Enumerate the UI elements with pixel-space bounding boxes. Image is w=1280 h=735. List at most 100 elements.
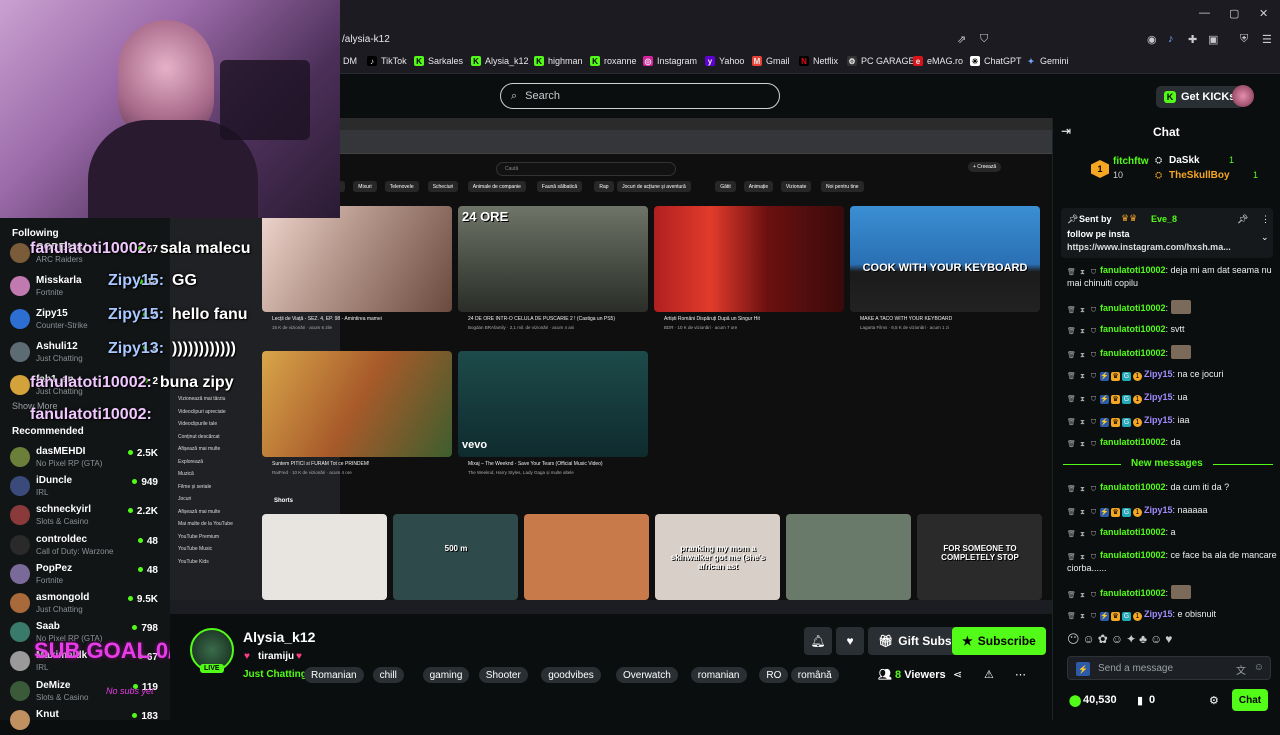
chat-message[interactable]: 🗑︎ ⧗ ⛉ fanulatoti10002: da cum iti da ? xyxy=(1067,481,1277,494)
chat-message[interactable]: 🗑︎ ⧗ ⛉ ⚡ ♛ G 1 Zipy15: ua xyxy=(1067,391,1277,404)
trash-icon[interactable]: 🗑︎ xyxy=(1067,372,1076,381)
chat-message[interactable]: 🗑︎ ⧗ ⛉ fanulatoti10002: da xyxy=(1067,436,1277,449)
gear-icon[interactable]: ⚙ xyxy=(1209,694,1219,707)
report-icon[interactable]: ⚠ xyxy=(984,668,994,681)
emote-bar[interactable]: 😶︎☺︎✿☺︎✦♣☺︎♥ xyxy=(1067,632,1175,646)
stream-tag[interactable]: Romanian xyxy=(304,667,364,683)
sidebar-recommended-item[interactable]: iDuncle IRL 949 xyxy=(8,473,164,501)
notifications-button[interactable]: 🔔︎ xyxy=(804,627,832,655)
chat-username[interactable]: fanulatoti10002 xyxy=(1100,265,1166,275)
leader-name[interactable]: DaSkk xyxy=(1169,155,1200,166)
trash-icon[interactable]: 🗑︎ xyxy=(1067,351,1076,360)
trash-icon[interactable]: 🗑︎ xyxy=(1067,553,1076,562)
chat-username[interactable]: Zipy15 xyxy=(1144,415,1173,425)
more-icon[interactable]: ⋮ xyxy=(1261,214,1270,225)
leader-name[interactable]: TheSkullBoy xyxy=(1169,170,1230,181)
chat-username[interactable]: fanulatoti10002 xyxy=(1100,527,1166,537)
trash-icon[interactable]: 🗑︎ xyxy=(1067,612,1076,621)
chat-username[interactable]: Zipy15 xyxy=(1144,505,1173,515)
chat-username[interactable]: fanulatoti10002 xyxy=(1100,437,1166,447)
stream-tag[interactable]: chill xyxy=(372,667,404,683)
chat-send-button[interactable]: Chat xyxy=(1232,689,1268,711)
chat-message[interactable]: 🗑︎ ⧗ ⛉ fanulatoti10002: xyxy=(1067,300,1277,315)
share-icon[interactable]: ⋖ xyxy=(953,668,962,681)
trash-icon[interactable]: 🗑︎ xyxy=(1067,395,1076,404)
pin-icon[interactable]: 📌︎ xyxy=(1237,214,1248,225)
share-icon[interactable]: ⇗ xyxy=(957,33,971,47)
chat-username[interactable]: Zipy15 xyxy=(1144,392,1173,402)
chat-username[interactable]: fanulatoti10002 xyxy=(1100,588,1166,598)
vpn-icon[interactable]: ⛨ xyxy=(1240,33,1254,47)
stream-category[interactable]: Just Chatting xyxy=(243,669,307,680)
bookmark-emag[interactable]: e eMAG.ro xyxy=(913,56,963,66)
bookmark-pcgarage[interactable]: ⚙ PC GARAGE xyxy=(847,56,915,66)
chat-message[interactable]: 🗑︎ ⧗ ⛉ fanulatoti10002: xyxy=(1067,585,1277,600)
close-icon[interactable]: ✕ xyxy=(1259,7,1268,20)
chat-message[interactable]: 🗑︎ ⧗ ⛉ ⚡ ♛ G 1 Zipy15: iaa xyxy=(1067,414,1277,427)
url-text[interactable]: /alysia-k12 xyxy=(342,34,390,45)
collapse-chat-icon[interactable]: ⇥ xyxy=(1061,124,1071,138)
sidebar-icon[interactable]: ▣ xyxy=(1208,33,1222,47)
chat-message[interactable]: 🗑︎ ⧗ ⛉ fanulatoti10002: deja mi am dat seam… xyxy=(1067,264,1277,290)
minimize-icon[interactable]: — xyxy=(1199,7,1210,19)
sidebar-recommended-item[interactable]: PopPez Fortnite 48 xyxy=(8,561,164,589)
timeout-icon[interactable]: ⧗ xyxy=(1078,485,1087,494)
stream-tag[interactable]: Shooter xyxy=(478,667,528,683)
timeout-icon[interactable]: ⧗ xyxy=(1078,418,1087,427)
emoji-icon[interactable]: ☺ xyxy=(1254,662,1264,673)
bookmark-alysia[interactable]: K Alysia_k12 xyxy=(471,56,529,66)
leader-name[interactable]: fitchftw xyxy=(1113,156,1149,167)
timeout-icon[interactable]: ⧗ xyxy=(1078,306,1087,315)
timeout-icon[interactable]: ⧗ xyxy=(1078,372,1087,381)
eye-icon[interactable]: ◉ xyxy=(1147,33,1161,47)
trash-icon[interactable]: 🗑︎ xyxy=(1067,591,1076,600)
sidebar-recommended-item[interactable]: Knut 183 xyxy=(8,707,164,735)
stream-tag[interactable]: Overwatch xyxy=(616,667,678,683)
follow-button[interactable]: ♥ xyxy=(836,627,864,655)
chevron-down-icon[interactable]: ⌄ xyxy=(1261,232,1269,243)
trash-icon[interactable]: 🗑︎ xyxy=(1067,327,1076,336)
timeout-icon[interactable]: ⧗ xyxy=(1078,530,1087,539)
bookmark-tiktok[interactable]: ♪ TikTok xyxy=(367,56,407,66)
bookmark-roxanne[interactable]: Kroxanne xyxy=(590,56,637,66)
timeout-icon[interactable]: ⧗ xyxy=(1078,395,1087,404)
stream-tag[interactable]: romanian xyxy=(690,667,747,683)
chat-message[interactable]: 🗑︎ ⧗ ⛉ fanulatoti10002: xyxy=(1067,345,1277,360)
sidebar-recommended-item[interactable]: controldec Call of Duty: Warzone 48 xyxy=(8,532,164,560)
timeout-icon[interactable]: ⧗ xyxy=(1078,591,1087,600)
menu-icon[interactable]: ☰ xyxy=(1262,33,1276,47)
maximize-icon[interactable]: ▢ xyxy=(1229,7,1239,20)
timeout-icon[interactable]: ⧗ xyxy=(1078,351,1087,360)
trash-icon[interactable]: 🗑︎ xyxy=(1067,268,1076,277)
chat-message[interactable]: 🗑︎ ⧗ ⛉ fanulatoti10002: ce face ba ala de m… xyxy=(1067,549,1277,575)
chat-username[interactable]: Zipy15 xyxy=(1144,369,1173,379)
get-kicks-button[interactable]: K Get KICKs xyxy=(1156,86,1244,108)
user-avatar[interactable] xyxy=(1232,85,1254,107)
more-icon[interactable]: ⋯ xyxy=(1015,668,1026,681)
stream-tag[interactable]: goodvibes xyxy=(541,667,601,683)
bookmark-highman[interactable]: Khighman xyxy=(534,56,583,66)
sidebar-recommended-item[interactable]: schneckyirl Slots & Casino 2.2K xyxy=(8,502,164,530)
bookmark-gemini[interactable]: ✦ Gemini xyxy=(1026,56,1069,66)
trash-icon[interactable]: 🗑︎ xyxy=(1067,508,1076,517)
bookmark-chatgpt[interactable]: ✳ ChatGPT xyxy=(970,56,1022,66)
shield-icon[interactable]: ⛉ xyxy=(980,33,994,47)
stream-tag[interactable]: RO xyxy=(759,667,789,683)
channel-name[interactable]: Alysia_k12 xyxy=(243,629,315,645)
stream-tag[interactable]: română xyxy=(790,667,839,683)
bookmark-gmail[interactable]: M Gmail xyxy=(752,56,790,66)
chat-username[interactable]: Zipy15 xyxy=(1144,609,1173,619)
sidebar-recommended-item[interactable]: dasMEHDI No Pixel RP (GTA) 2.5K xyxy=(8,444,164,472)
bookmark-netflix[interactable]: N Netflix xyxy=(799,56,838,66)
bookmark-sarkales[interactable]: K Sarkales xyxy=(414,56,463,66)
chat-input[interactable]: ⚡ Send a message 文 ☺ xyxy=(1067,656,1271,680)
bookmark-yahoo[interactable]: y Yahoo xyxy=(705,56,744,66)
sidebar-recommended-item[interactable]: asmongold Just Chatting 9.5K xyxy=(8,590,164,618)
subscribe-button[interactable]: ★ Subscribe xyxy=(952,627,1046,655)
chat-username[interactable]: fanulatoti10002 xyxy=(1100,324,1166,334)
gift-subs-button[interactable]: 🎁︎ Gift Subs xyxy=(868,627,962,655)
timeout-icon[interactable]: ⧗ xyxy=(1078,553,1087,562)
chat-message[interactable]: 🗑︎ ⧗ ⛉ fanulatoti10002: svtt xyxy=(1067,323,1277,336)
bookmark-instagram[interactable]: ◎ Instagram xyxy=(643,56,697,66)
bookmark-dm[interactable]: DM xyxy=(343,56,357,66)
